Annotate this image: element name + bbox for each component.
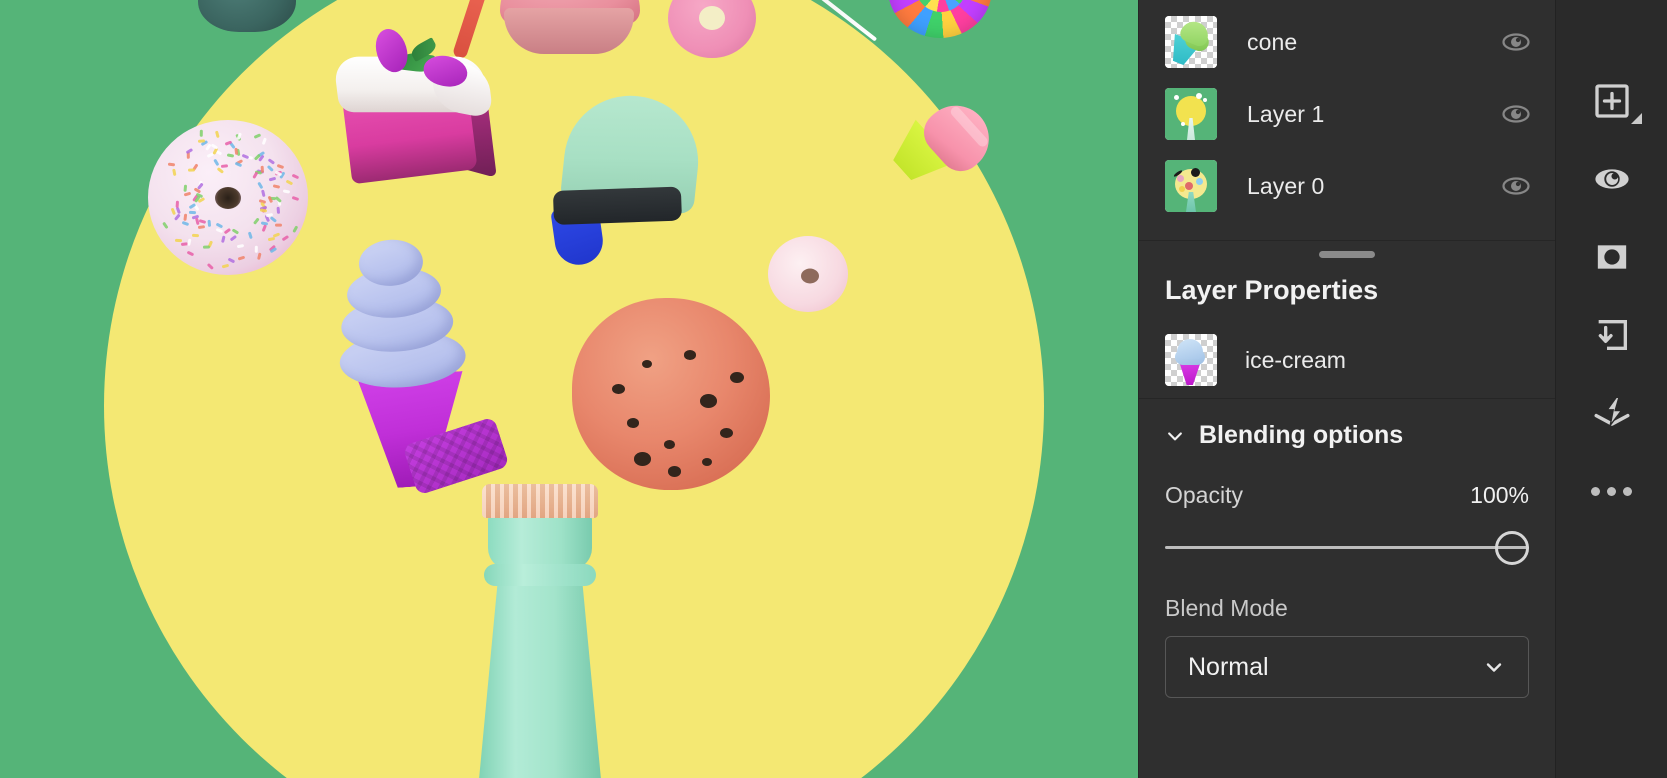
layer-name: Layer 1 — [1247, 101, 1501, 128]
pine-berry-object — [198, 0, 296, 32]
macaron-object — [500, 0, 640, 68]
layer-row[interactable]: cone — [1139, 6, 1555, 78]
visibility-button[interactable] — [1556, 140, 1667, 218]
layer-thumbnail-layer-1[interactable] — [1165, 88, 1217, 140]
mask-circle-icon — [1592, 237, 1632, 277]
layer-name: Layer 0 — [1247, 173, 1501, 200]
strawberry-cake-slice-object — [330, 11, 503, 208]
selected-layer-thumbnail[interactable] — [1165, 334, 1217, 386]
mint-bottle-object — [470, 484, 610, 778]
plus-square-icon — [1592, 81, 1632, 121]
layer-thumbnail-cone[interactable] — [1165, 16, 1217, 68]
blending-options-header[interactable]: Blending options — [1165, 421, 1529, 450]
blend-mode-select[interactable]: Normal — [1165, 636, 1529, 698]
layer-thumbnail-layer-0[interactable] — [1165, 160, 1217, 212]
lightning-layer-icon — [1591, 392, 1633, 434]
opacity-label: Opacity — [1165, 482, 1243, 509]
layers-toolbar — [1555, 0, 1667, 778]
eye-icon — [1591, 158, 1633, 200]
add-layer-button[interactable] — [1556, 62, 1667, 140]
layer-row[interactable]: Layer 0 — [1139, 150, 1555, 222]
layers-properties-panel: cone Layer 1 Layer 0 Layer Properties ic… — [1138, 0, 1555, 778]
blend-mode-value: Normal — [1188, 653, 1269, 682]
eye-icon[interactable] — [1501, 27, 1531, 57]
selected-layer-row[interactable]: ice-cream — [1165, 322, 1529, 398]
more-options-button[interactable] — [1556, 452, 1667, 530]
blending-options-section: Blending options Opacity 100% Blend Mode… — [1139, 399, 1555, 698]
chevron-down-icon[interactable] — [1165, 426, 1185, 446]
layer-name: cone — [1247, 29, 1501, 56]
quick-actions-button[interactable] — [1556, 374, 1667, 452]
merge-down-icon — [1592, 315, 1632, 355]
flyout-indicator-icon — [1631, 113, 1642, 124]
layer-mask-button[interactable] — [1556, 218, 1667, 296]
eye-icon[interactable] — [1501, 99, 1531, 129]
slider-track[interactable] — [1165, 546, 1529, 549]
small-pink-donut-object — [768, 236, 848, 312]
panel-resize-handle[interactable] — [1139, 241, 1555, 267]
layers-list: cone Layer 1 Layer 0 — [1139, 0, 1555, 240]
chevron-down-icon[interactable] — [1482, 655, 1506, 679]
slider-thumb[interactable] — [1495, 531, 1529, 565]
grip-bar — [1319, 251, 1375, 258]
mint-popsicle-object — [547, 89, 714, 276]
chocolate-chip-cookie-object — [572, 298, 770, 490]
blend-mode-label: Blend Mode — [1165, 595, 1529, 622]
image-canvas[interactable] — [0, 0, 1138, 778]
opacity-slider[interactable] — [1165, 531, 1529, 565]
blending-options-title: Blending options — [1199, 421, 1403, 450]
ellipsis-icon — [1591, 487, 1632, 496]
selected-layer-name: ice-cream — [1245, 347, 1346, 374]
layer-properties-section: Layer Properties ice-cream — [1139, 267, 1555, 398]
layer-properties-title: Layer Properties — [1165, 275, 1529, 306]
layer-row[interactable]: Layer 1 — [1139, 78, 1555, 150]
eye-icon[interactable] — [1501, 171, 1531, 201]
opacity-row: Opacity 100% — [1165, 482, 1529, 509]
editor-window: cone Layer 1 Layer 0 Layer Properties ic… — [0, 0, 1667, 778]
opacity-value: 100% — [1470, 482, 1529, 509]
merge-down-button[interactable] — [1556, 296, 1667, 374]
sprinkle-donut-object — [148, 120, 308, 275]
